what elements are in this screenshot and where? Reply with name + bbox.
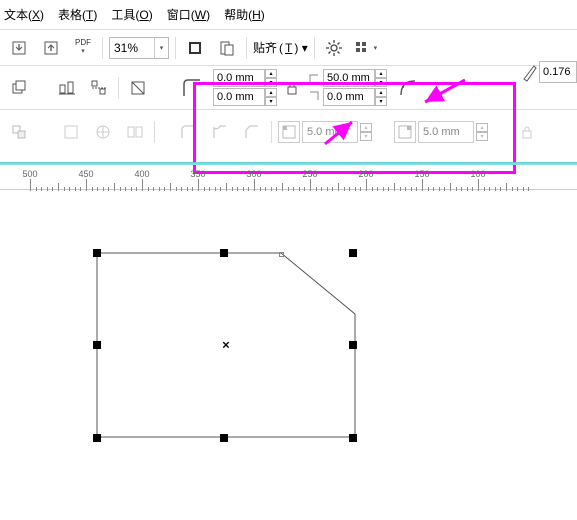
spin-up-icon[interactable]: ▴ [265,69,277,78]
arc-x-input[interactable] [323,69,375,87]
corner-x-input[interactable] [213,69,265,87]
settings-icon[interactable] [321,35,347,61]
separator [118,77,119,99]
outline-width-group [521,61,577,83]
corner-y-input[interactable] [213,88,265,106]
round-corner-icon [175,119,201,145]
corner-radius2-input[interactable] [418,121,474,143]
spin-down-icon[interactable]: ▾ [476,132,488,141]
relative-corner-icon[interactable] [393,73,423,103]
menu-help[interactable]: 帮助(H) [224,6,265,23]
spin-down-icon[interactable]: ▾ [375,78,387,87]
outline-width-input[interactable] [539,61,577,83]
bring-front-icon[interactable] [6,75,32,101]
order-icon[interactable] [125,75,151,101]
app-launcher-icon[interactable]: ▾ [353,35,379,61]
corner-tr-icon [394,121,416,143]
chamfer-corner-icon [239,119,265,145]
corner-tl-icon [278,121,300,143]
selection-handle[interactable] [220,249,228,257]
toolbar-corner-styles: ▴▾ ▴▾ [0,110,577,154]
distribute-icon[interactable] [86,75,112,101]
preview-icon[interactable] [214,35,240,61]
arc-right-icon [307,89,323,105]
pen-icon [521,61,539,83]
lock-icon[interactable] [283,79,301,97]
zoom-dropdown-icon[interactable]: ▾ [154,38,168,58]
separator [154,121,155,143]
fullscreen-icon[interactable] [182,35,208,61]
spin-up-icon[interactable]: ▴ [476,123,488,132]
spin-down-icon[interactable]: ▾ [265,78,277,87]
toolbar-main: PDF▾ ▾ 贴齐(T) ▾ ▾ [0,30,577,66]
separator [175,37,176,59]
arc-size-group: ▴▾ ▴▾ [307,69,387,106]
separator [246,37,247,59]
zoom-level[interactable]: ▾ [109,37,169,59]
spin-up-icon[interactable]: ▴ [375,69,387,78]
spin-up-icon[interactable]: ▴ [360,123,372,132]
import-icon[interactable] [6,35,32,61]
ruler: 500450400350300250200150100 [0,162,577,190]
pdf-export-icon[interactable]: PDF▾ [70,35,96,61]
menu-tools[interactable]: 工具(O) [111,6,152,23]
rectangle-corner-icon[interactable] [177,73,207,103]
corner-radius1-input[interactable] [302,121,358,143]
scallop-corner-icon [207,119,233,145]
separator [102,37,103,59]
arc-top-icon [307,70,323,86]
container-icon [58,119,84,145]
spin-up-icon[interactable]: ▴ [265,88,277,97]
selection-handle[interactable] [349,249,357,257]
separator [271,121,272,143]
corner-size-group: ▴▾ ▴▾ [213,69,277,106]
menu-text[interactable]: 文本(X) [4,6,44,23]
canvas[interactable]: ✕ [0,190,577,520]
wrap-text-icon[interactable] [6,119,32,145]
menubar: 文本(X) 表格(T) 工具(O) 窗口(W) 帮助(H) [0,0,577,30]
mirror-icon [122,119,148,145]
separator [314,37,315,59]
spin-down-icon[interactable]: ▾ [265,97,277,106]
selection-handle[interactable] [220,434,228,442]
lock-icon [514,119,540,145]
spin-down-icon[interactable]: ▾ [375,97,387,106]
spin-up-icon[interactable]: ▴ [375,88,387,97]
selection-handle[interactable] [93,341,101,349]
rotate-icon [90,119,116,145]
snap-button[interactable]: 贴齐(T) ▾ [253,39,308,56]
zoom-input[interactable] [110,38,154,58]
menu-window[interactable]: 窗口(W) [167,6,210,23]
selection-handle[interactable] [93,249,101,257]
selection-handle[interactable] [349,434,357,442]
arc-y-input[interactable] [323,88,375,106]
center-marker-icon: ✕ [222,341,230,352]
menu-table[interactable]: 表格(T) [58,6,97,23]
node-marker-icon[interactable] [279,252,284,257]
export-icon[interactable] [38,35,64,61]
selection-handle[interactable] [349,341,357,349]
toolbar-properties: ▴▾ ▴▾ ▴▾ ▴▾ [0,66,577,110]
align-distribute-icon[interactable] [54,75,80,101]
spin-down-icon[interactable]: ▾ [360,132,372,141]
selection-handle[interactable] [93,434,101,442]
